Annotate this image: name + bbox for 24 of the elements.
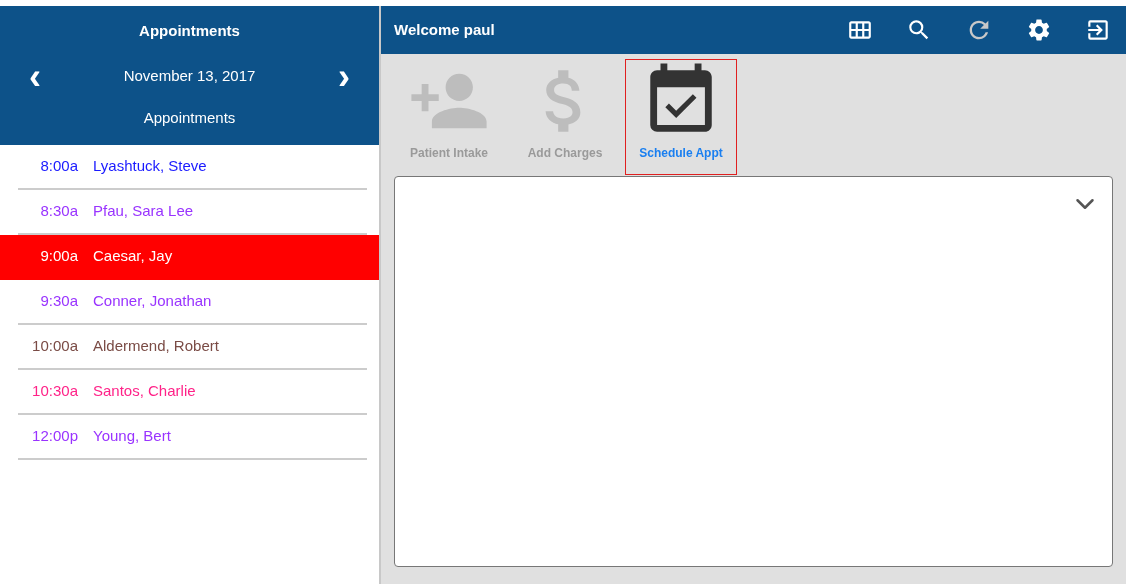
appointment-time: 8:00a bbox=[39, 156, 78, 177]
appointment-time: 9:00a bbox=[39, 246, 78, 267]
sidebar-title: Appointments bbox=[139, 21, 240, 41]
patient-name: Caesar, Jay bbox=[93, 246, 173, 267]
welcome-text: Welcome paul bbox=[394, 19, 496, 40]
toolbar-button[interactable]: Schedule Appt bbox=[625, 59, 737, 175]
appointment-time: 8:30a bbox=[39, 201, 78, 222]
previous-day-button[interactable]: ‹ bbox=[26, 58, 44, 95]
patient-name: Santos, Charlie bbox=[93, 381, 196, 402]
patient-name: Young, Bert bbox=[93, 426, 171, 447]
appointment-time: 10:30a bbox=[31, 381, 78, 402]
next-day-button[interactable]: › bbox=[335, 58, 353, 95]
patient-name: Pfau, Sara Lee bbox=[93, 201, 194, 222]
appointment-time: 10:00a bbox=[31, 336, 78, 357]
sidebar-subtitle: Appointments bbox=[143, 107, 236, 128]
appointment-time: 9:30a bbox=[39, 291, 78, 312]
appointment-time: 12:00p bbox=[31, 426, 78, 447]
patient-name: Aldermend, Robert bbox=[93, 336, 219, 357]
settings-icon[interactable] bbox=[1026, 17, 1052, 43]
patient-name: Conner, Jonathan bbox=[93, 291, 212, 312]
logout-icon[interactable] bbox=[1085, 17, 1111, 43]
appointment-row[interactable]: 9:00a Caesar, Jay bbox=[0, 235, 379, 280]
patient-name: Lyashtuck, Steve bbox=[93, 156, 207, 177]
date-label: November 13, 2017 bbox=[123, 66, 256, 87]
